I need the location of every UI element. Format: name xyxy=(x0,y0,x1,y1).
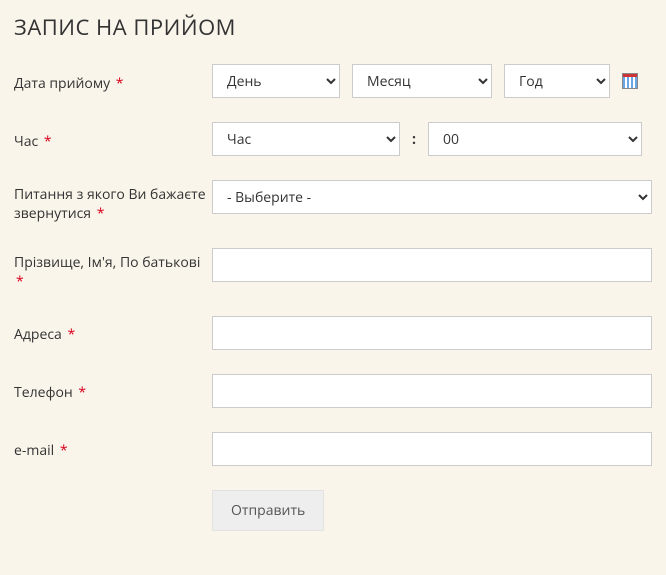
row-email: e-mail * xyxy=(14,432,652,466)
row-topic: Питання з якого Ви бажаєте звернутися * … xyxy=(14,180,652,224)
select-year[interactable]: Год xyxy=(504,64,610,98)
submit-fields: Отправить xyxy=(212,490,652,531)
required-marker: * xyxy=(116,74,124,93)
label-email-text: e-mail xyxy=(14,441,54,460)
select-hour[interactable]: Час xyxy=(212,122,400,156)
select-minute[interactable]: 00 xyxy=(428,122,642,156)
date-fields: День Месяц Год xyxy=(212,64,652,98)
phone-fields xyxy=(212,374,652,408)
label-date-text: Дата прийому xyxy=(14,74,110,93)
time-fields: Час : 00 xyxy=(212,122,652,156)
label-time-text: Час xyxy=(14,132,38,151)
label-time: Час * xyxy=(14,127,212,152)
required-marker: * xyxy=(67,325,75,344)
label-email: e-mail * xyxy=(14,436,212,461)
submit-button[interactable]: Отправить xyxy=(212,490,324,531)
input-fullname[interactable] xyxy=(212,248,652,282)
address-fields xyxy=(212,316,652,350)
required-marker: * xyxy=(44,132,52,151)
row-address: Адреса * xyxy=(14,316,652,350)
select-day[interactable]: День xyxy=(212,64,340,98)
label-topic-text: Питання з якого Ви бажаєте звернутися xyxy=(14,185,206,223)
row-date: Дата прийому * День Месяц Год xyxy=(14,64,652,98)
time-separator: : xyxy=(412,130,416,149)
select-month[interactable]: Месяц xyxy=(352,64,492,98)
label-phone-text: Телефон xyxy=(14,383,73,402)
input-address[interactable] xyxy=(212,316,652,350)
row-submit: Отправить xyxy=(14,490,652,531)
submit-spacer xyxy=(14,490,212,496)
calendar-icon[interactable] xyxy=(622,73,638,89)
input-email[interactable] xyxy=(212,432,652,466)
label-date: Дата прийому * xyxy=(14,69,212,94)
required-marker: * xyxy=(97,204,105,223)
select-topic[interactable]: - Выберите - xyxy=(212,180,652,214)
row-phone: Телефон * xyxy=(14,374,652,408)
topic-fields: - Выберите - xyxy=(212,180,652,214)
email-fields xyxy=(212,432,652,466)
input-phone[interactable] xyxy=(212,374,652,408)
label-fullname: Прізвище, Ім'я, По батькові * xyxy=(14,248,212,292)
required-marker: * xyxy=(78,383,86,402)
required-marker: * xyxy=(16,272,24,291)
label-topic: Питання з якого Ви бажаєте звернутися * xyxy=(14,180,212,224)
page-title: ЗАПИС НА ПРИЙОМ xyxy=(14,12,652,42)
row-time: Час * Час : 00 xyxy=(14,122,652,156)
fullname-fields xyxy=(212,248,652,282)
row-fullname: Прізвище, Ім'я, По батькові * xyxy=(14,248,652,292)
label-fullname-text: Прізвище, Ім'я, По батькові xyxy=(14,253,200,272)
label-address-text: Адреса xyxy=(14,325,62,344)
label-address: Адреса * xyxy=(14,320,212,345)
label-phone: Телефон * xyxy=(14,378,212,403)
required-marker: * xyxy=(60,441,68,460)
